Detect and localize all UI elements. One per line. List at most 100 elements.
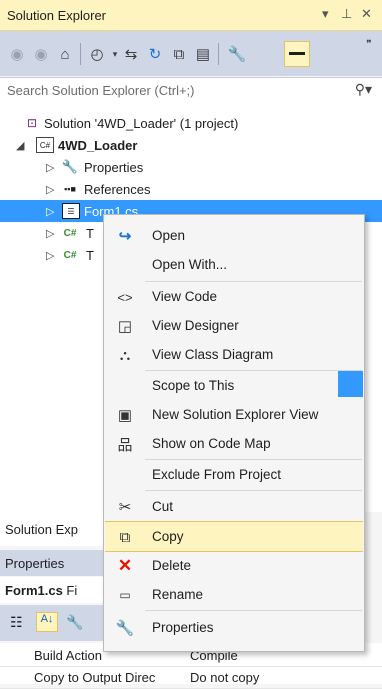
object-type: Fi [62, 583, 78, 598]
menu-label: Exclude From Project [152, 467, 282, 482]
toolbar-overflow-icon[interactable]: ❞ [358, 33, 380, 55]
menu-separator [145, 610, 362, 611]
menu-separator [145, 490, 362, 491]
pin-icon[interactable]: ⊥ [341, 6, 352, 22]
back-icon[interactable]: ◉ [6, 43, 28, 65]
file-label: T [86, 225, 94, 241]
forward-icon[interactable]: ◉ [30, 43, 52, 65]
menu-item-scope-to-this[interactable]: Scope to This [105, 371, 363, 400]
menu-label: View Code [152, 289, 218, 304]
references-icon: ▪▪■ [64, 184, 76, 194]
open-icon: ↪ [118, 228, 132, 245]
cut-icon: ✂ [118, 499, 132, 516]
menu-label: New Solution Explorer View [152, 407, 319, 422]
menu-item-show-on-code-map[interactable]: 品 Show on Code Map [105, 429, 363, 458]
menu-label: Rename [152, 587, 204, 602]
property-value[interactable]: Do not copy [190, 670, 259, 685]
property-row[interactable]: Copy to Output Direc Do not copy [0, 667, 382, 689]
csharp-file-icon: C# [63, 249, 77, 261]
sync-icon[interactable]: ⇆ [120, 43, 142, 65]
code-map-icon: 品 [117, 436, 133, 454]
tab-solution-explorer[interactable]: Solution Exp [0, 512, 110, 546]
menu-label: Open [152, 228, 186, 243]
tree-item-solution[interactable]: ⊡ Solution '4WD_Loader' (1 project) [0, 112, 382, 134]
collapse-all-icon[interactable]: ⧉ [168, 43, 190, 65]
toolbar-separator [80, 43, 81, 65]
file-label: T [86, 247, 94, 263]
project-label: 4WD_Loader [58, 137, 138, 153]
context-menu: ↪ Open Open With... <> View Code ◲ View … [103, 214, 365, 652]
menu-label: Open With... [152, 257, 228, 272]
object-name: Form1.cs [5, 583, 63, 598]
menu-item-exclude-from-project[interactable]: Exclude From Project [105, 460, 363, 489]
home-icon[interactable]: ⌂ [54, 43, 76, 65]
menu-item-delete[interactable]: ✕ Delete [105, 551, 363, 580]
solution-explorer-toolbar: ◉ ◉ ⌂ ◴ ▾ ⇆ ↻ ⧉ ▤ 🔧 ❞ [0, 31, 382, 76]
alphabetical-icon[interactable]: A↓ [36, 612, 58, 632]
show-all-files-icon[interactable]: ▤ [192, 43, 214, 65]
close-icon[interactable]: ✕ [361, 6, 372, 22]
categorized-icon[interactable]: ☷ [10, 614, 23, 631]
wrench-icon: 🔧 [115, 620, 135, 637]
menu-item-view-code[interactable]: <> View Code [105, 282, 363, 311]
solution-label: Solution '4WD_Loader' (1 project) [44, 115, 239, 131]
menu-item-cut[interactable]: ✂ Cut [105, 492, 363, 521]
properties-title: Properties [5, 556, 65, 571]
menu-label: Scope to This [152, 378, 235, 393]
property-key: Copy to Output Direc [34, 670, 156, 685]
properties-label: Properties [84, 159, 144, 175]
class-diagram-icon: ⛬ [119, 346, 131, 364]
panel-title: Solution Explorer [7, 8, 106, 23]
tree-item-project[interactable]: ◢ C# 4WD_Loader [0, 134, 382, 156]
dropdown-icon[interactable]: ▾ [322, 6, 329, 22]
menu-item-new-solution-explorer-view[interactable]: ▣ New Solution Explorer View [105, 400, 363, 429]
view-designer-icon: ◲ [117, 318, 133, 335]
csharp-file-icon: C# [63, 227, 77, 239]
properties-title-bar: Properties [0, 550, 110, 576]
search-input[interactable]: Search Solution Explorer (Ctrl+;) [7, 83, 195, 98]
preview-selected-items-button[interactable] [284, 41, 310, 67]
new-view-icon: ▣ [117, 407, 133, 424]
properties-toolbar: ☷ A↓ 🔧 [0, 605, 110, 641]
collapsed-arrow-icon[interactable]: ▷ [46, 227, 54, 240]
wrench-icon[interactable]: 🔧 [226, 43, 248, 65]
view-code-icon: <> [117, 289, 133, 305]
properties-object-selector[interactable]: Form1.cs Fi [0, 577, 110, 603]
collapsed-arrow-icon[interactable]: ▷ [46, 205, 54, 218]
menu-item-view-designer[interactable]: ◲ View Designer [105, 311, 363, 340]
refresh-icon[interactable]: ↻ [144, 43, 166, 65]
search-icon[interactable]: ⚲▾ [355, 81, 372, 98]
menu-label: Cut [152, 499, 174, 514]
tree-item-references[interactable]: ▷ ▪▪■ References [0, 178, 382, 200]
toolbar-separator [218, 43, 219, 65]
menu-label: Properties [152, 620, 214, 635]
wrench-icon: 🔧 [61, 159, 79, 174]
menu-item-view-class-diagram[interactable]: ⛬ View Class Diagram [105, 340, 363, 369]
wrench-icon[interactable]: 🔧 [66, 614, 83, 631]
collapsed-arrow-icon[interactable]: ▷ [46, 161, 54, 174]
copy-icon: ⧉ [119, 528, 131, 546]
search-box[interactable]: Search Solution Explorer (Ctrl+;) ⚲▾ [0, 77, 382, 103]
menu-item-properties[interactable]: 🔧 Properties [105, 613, 363, 642]
menu-item-open[interactable]: ↪ Open [105, 221, 363, 250]
expanded-arrow-icon[interactable]: ◢ [16, 139, 24, 152]
menu-label: Copy [152, 529, 184, 544]
rename-icon: ▭ [119, 588, 131, 602]
property-key: Build Action [34, 648, 102, 663]
menu-item-open-with[interactable]: Open With... [105, 250, 363, 279]
menu-label: View Class Diagram [152, 347, 274, 362]
menu-item-rename[interactable]: ▭ Rename [105, 580, 363, 609]
tree-item-properties[interactable]: ▷ 🔧 Properties [0, 156, 382, 178]
delete-icon: ✕ [117, 556, 133, 575]
menu-label: View Designer [152, 318, 239, 333]
solution-icon: ⊡ [26, 116, 38, 130]
menu-item-copy[interactable]: ⧉ Copy [105, 521, 363, 552]
collapsed-arrow-icon[interactable]: ▷ [46, 249, 54, 262]
menu-label: Delete [152, 558, 192, 573]
solution-explorer-title-bar: Solution Explorer ▾ ⊥ ✕ [0, 0, 382, 31]
tab-label: Solution Exp [5, 522, 78, 537]
form-icon: ☰ [62, 203, 80, 219]
csharp-project-icon: C# [36, 137, 54, 153]
collapsed-arrow-icon[interactable]: ▷ [46, 183, 54, 196]
references-label: References [84, 181, 151, 197]
